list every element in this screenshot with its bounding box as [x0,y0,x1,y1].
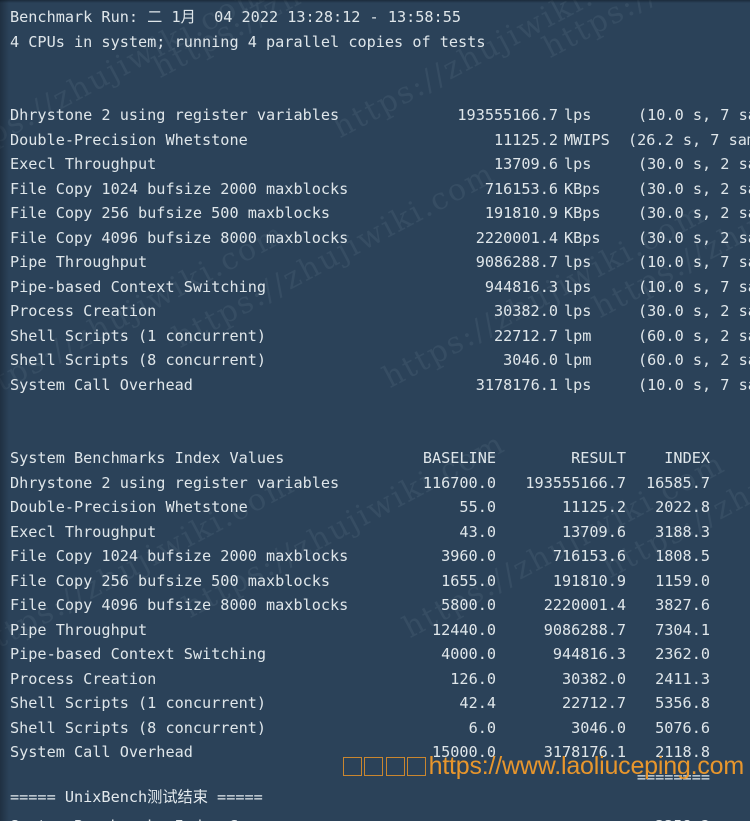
benchmark-unit: lps [564,375,592,394]
index-table-header-row: System Benchmarks Index Values BASELINE … [10,446,750,471]
site-watermark: https://www.laoliuceping.com [302,730,744,804]
benchmark-samples: (30.0 s, 2 samples) [638,228,750,247]
benchmark-unit: KBps [564,179,601,198]
benchmark-result-row: Pipe-based Context Switching 944816.3 lps(… [10,275,750,300]
benchmark-value: 22712.7 [493,326,558,345]
benchmark-unit: lps [564,277,592,296]
benchmark-value: 191810.9 [484,204,558,222]
benchmark-value: 30382.0 [493,302,558,320]
benchmark-result-row: File Copy 4096 bufsize 8000 maxblocks 222… [10,226,750,251]
benchmark-samples: (10.0 s, 7 samples) [638,106,750,124]
unixbench-end-line: ===== UnixBench测试结束 ===== [10,787,263,806]
benchmark-result-row: Shell Scripts (8 concurrent) 3046.0 lpm (60… [10,348,750,373]
index-table-row: File Copy 1024 bufsize 2000 maxblocks 396… [10,544,750,569]
benchmark-samples: (26.2 s, 7 samples) [628,130,750,149]
benchmark-unit: lps [564,302,592,320]
index-row-index: 5356.8 [655,694,710,712]
index-table-row: Dhrystone 2 using register variables 1167… [10,471,750,496]
benchmark-result-row: Execl Throughput13709.6lps(30.0 s, 2 sam… [10,152,750,177]
benchmark-value: 2220001.4 [475,228,558,247]
cpu-info-line: 4 CPUs in system; running 4 parallel cop… [10,32,486,51]
index-row-index: 2022.8 [655,498,710,516]
benchmark-unit: MWIPS [564,130,610,149]
benchmark-samples: (30.0 s, 2 samples) [638,302,750,320]
index-table-row: Execl Throughput 43.0 13709.6 3188.3 [10,520,750,545]
benchmark-unit: lps [564,155,592,173]
benchmark-result-row: Process Creation30382.0lps(30.0 s, 2 sam… [10,299,750,324]
index-table-row: Pipe Throughput 12440.0 9086288.7 7304.1 [10,618,750,643]
benchmark-unit: lpm [564,326,592,345]
index-table-row: File Copy 256 bufsize 500 maxblocks 1655.… [10,569,750,594]
benchmark-results-list: Dhrystone 2 using register variables 1935… [10,103,750,397]
benchmark-value: 716153.6 [484,179,558,198]
benchmark-value: 3046.0 [503,351,558,369]
benchmark-samples: (10.0 s, 7 samples) [638,277,750,296]
index-table-row: Shell Scripts (1 concurrent) 42.4 22712.7 5… [10,691,750,716]
missing-glyph-box [407,757,427,776]
terminal-content: Benchmark Run: 二 1月 04 2022 13:28:12 - 1… [0,0,750,821]
benchmark-unit: lpm [564,351,592,369]
benchmark-unit: lps [564,106,592,124]
benchmark-value: 13709.6 [493,155,558,173]
index-row-index: 3188.3 [655,522,710,541]
benchmark-samples: (60.0 s, 2 samples) [638,351,750,369]
index-row-index: 1159.0 [655,571,710,590]
benchmark-result-row: Dhrystone 2 using register variables 1935… [10,103,750,128]
benchmark-result-row: Pipe Throughput9086288.7lps(10.0 s, 7 sa… [10,250,750,275]
benchmark-samples: (10.0 s, 7 samples) [638,375,750,394]
benchmark-value: 11125.2 [493,130,558,149]
watermark-missing-glyphs [342,752,429,780]
benchmark-samples: (30.0 s, 2 samples) [638,179,750,198]
benchmark-samples: (60.0 s, 2 samples) [638,326,750,345]
index-row-index: 2411.3 [655,669,710,688]
index-table-row: File Copy 4096 bufsize 8000 maxblocks 580… [10,593,750,618]
benchmark-unit: lps [564,253,592,271]
index-table-row: Pipe-based Context Switching 4000.0 944816… [10,642,750,667]
benchmark-result-row: Double-Precision Whetstone 11125.2 MWIPS (2… [10,128,750,153]
terminal-window: https://zhujiwiki.com https://zhujiwiki.c… [0,0,750,821]
footer: ===== UnixBench测试结束 ===== https://www.la… [0,754,750,821]
missing-glyph-box [342,757,362,776]
benchmark-unit: KBps [564,204,601,222]
index-table-body: Dhrystone 2 using register variables 1167… [10,471,750,765]
benchmark-value: 3178176.1 [475,375,558,394]
index-row-index: 3827.6 [655,596,710,614]
benchmark-unit: KBps [564,228,601,247]
benchmark-result-row: Shell Scripts (1 concurrent) 22712.7 lpm (6… [10,324,750,349]
index-row-index: 7304.1 [655,620,710,639]
index-row-index: 1808.5 [655,547,710,565]
missing-glyph-box [364,757,384,776]
benchmark-value: 9086288.7 [475,253,558,271]
benchmark-samples: (30.0 s, 2 samples) [638,204,750,222]
benchmark-result-row: File Copy 256 bufsize 500 maxblocks 19181… [10,201,750,226]
benchmark-run-line: Benchmark Run: 二 1月 04 2022 13:28:12 - 1… [10,8,461,26]
missing-glyph-box [385,757,405,776]
benchmark-result-row: File Copy 1024 bufsize 2000 maxblocks 716… [10,177,750,202]
index-table-row: Process Creation 126.0 30382.0 2411.3 [10,667,750,692]
index-row-index: 2362.0 [655,645,710,663]
index-table-row: Double-Precision Whetstone 55.0 11125.2 202… [10,495,750,520]
column-header-index: INDEX [664,449,710,467]
benchmark-value: 944816.3 [484,277,558,296]
watermark-url: https://www.laoliuceping.com [428,752,745,780]
index-row-index: 16585.7 [645,473,710,492]
benchmark-samples: (30.0 s, 2 samples) [638,155,750,173]
benchmark-result-row: System Call Overhead 3178176.1 lps (10.0 s,… [10,373,750,398]
benchmark-value: 193555166.7 [457,106,558,124]
benchmark-samples: (10.0 s, 7 samples) [638,253,750,271]
